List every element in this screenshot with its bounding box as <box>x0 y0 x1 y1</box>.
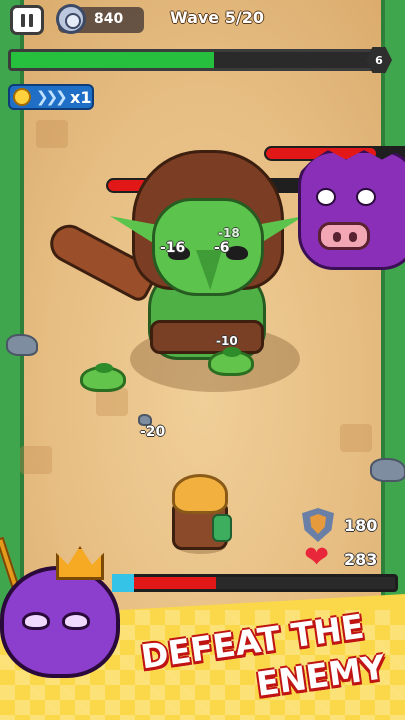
boss-eye <box>316 188 336 206</box>
boss-eye <box>356 188 376 206</box>
green-slime[interactable] <box>80 363 126 392</box>
pause-icon <box>21 13 25 27</box>
green-slime[interactable] <box>208 347 254 376</box>
rock <box>6 334 38 356</box>
speed-chevrons-icon: ❯❯❯ <box>36 88 68 106</box>
damage-number: -10 <box>216 334 238 348</box>
pause-icon-bar <box>29 13 33 27</box>
crown-icon <box>56 546 104 580</box>
purple-boss[interactable] <box>298 150 405 270</box>
floor-tile <box>20 446 52 474</box>
stopwatch-icon <box>13 88 31 106</box>
floor-tile <box>340 424 372 452</box>
speed-multiplier: x1 <box>70 88 92 107</box>
damage-number: -6 <box>214 240 230 256</box>
damage-number: -16 <box>160 240 186 256</box>
damage-number: -18 <box>218 226 240 240</box>
goblin-loincloth <box>150 320 264 354</box>
pause-button[interactable] <box>10 5 44 35</box>
wave-label: Wave 5/20 <box>170 8 264 27</box>
hero-arm <box>212 514 232 542</box>
shield-icon <box>302 508 334 542</box>
damage-number: -20 <box>140 424 166 440</box>
game-scene: -16 -6 -18 -10 -20 180 ❤ 283 840 Wave 5/… <box>0 0 405 720</box>
floor-tile <box>36 120 68 148</box>
wave-progress-bar <box>8 49 376 71</box>
leaf-icon <box>95 363 113 373</box>
shield-value: 180 <box>344 516 378 535</box>
boss-snout <box>318 222 370 250</box>
leaf-icon <box>223 347 241 357</box>
right-hedge <box>381 0 405 620</box>
coin-counter: 840 <box>56 4 144 34</box>
hero-head <box>172 474 228 514</box>
health-value: 283 <box>344 550 378 569</box>
mascot-eye <box>62 612 90 630</box>
heart-icon: ❤ <box>304 540 330 575</box>
mascot-eye <box>22 612 50 630</box>
speed-toggle-button[interactable]: ❯❯❯ x1 <box>8 84 94 110</box>
coin-icon <box>56 4 86 34</box>
bottom-health-bar <box>112 574 398 592</box>
purple-slime-mascot <box>0 566 120 678</box>
rock <box>370 458 405 482</box>
coin-amount: 840 <box>94 11 124 27</box>
wave-progress-fill <box>11 52 214 68</box>
bottom-health-cap <box>112 574 134 592</box>
floor-tile <box>96 388 128 416</box>
